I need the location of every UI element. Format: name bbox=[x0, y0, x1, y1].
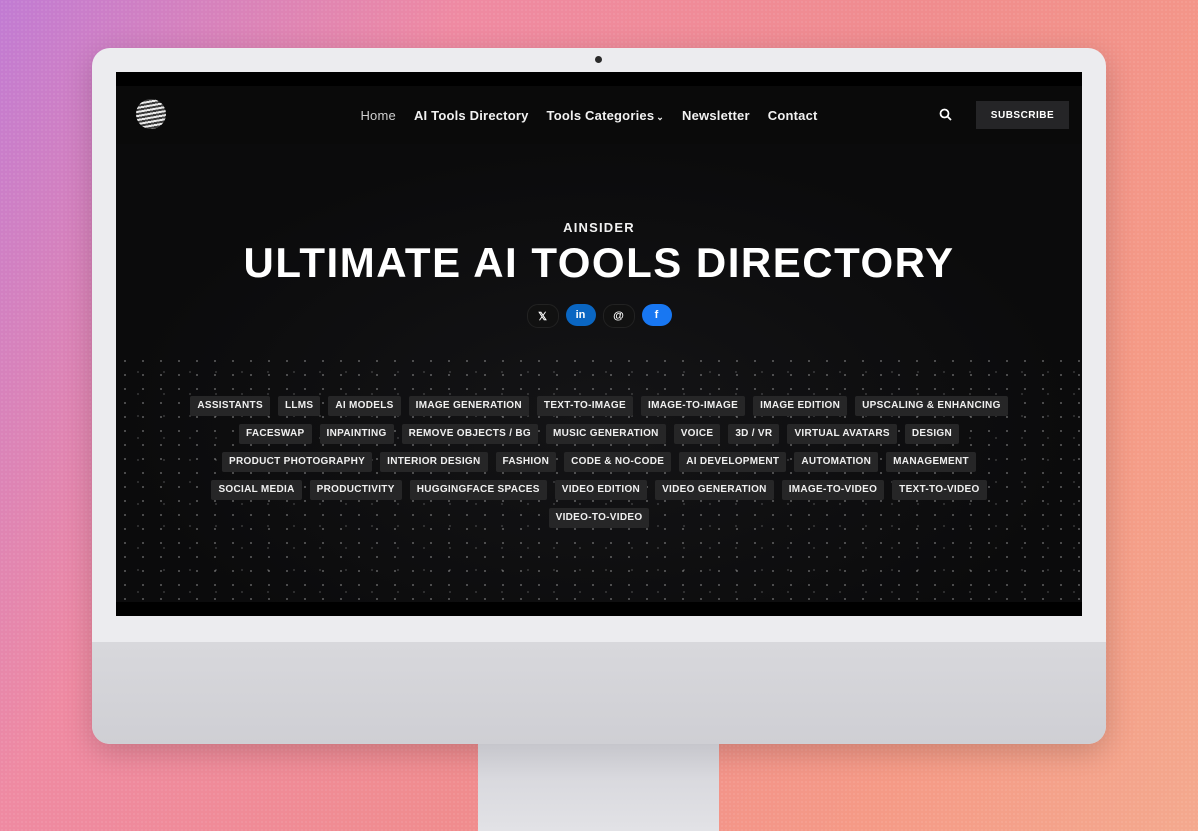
monitor-stand bbox=[478, 744, 719, 831]
imac-monitor: Home AI Tools Directory Tools Categories… bbox=[92, 48, 1106, 744]
category-tag[interactable]: IMAGE EDITION bbox=[753, 396, 848, 416]
category-tag[interactable]: REMOVE OBJECTS / BG bbox=[401, 424, 538, 444]
linkedin-icon[interactable]: in bbox=[565, 304, 596, 326]
nav-tools-categories[interactable]: Tools Categories ⌄ bbox=[547, 108, 664, 123]
category-tag[interactable]: AUTOMATION bbox=[794, 452, 879, 472]
category-tag[interactable]: FACESWAP bbox=[238, 424, 312, 444]
category-tag[interactable]: TEXT-TO-VIDEO bbox=[892, 480, 987, 500]
category-tag[interactable]: FASHION bbox=[495, 452, 557, 472]
category-tag[interactable]: INTERIOR DESIGN bbox=[380, 452, 488, 472]
monitor-chin bbox=[92, 642, 1106, 744]
hero-section: AINSIDER ULTIMATE AI TOOLS DIRECTORY 𝕏 i… bbox=[116, 144, 1082, 602]
facebook-icon[interactable]: f bbox=[641, 304, 672, 326]
chevron-down-icon: ⌄ bbox=[656, 111, 664, 122]
site-header: Home AI Tools Directory Tools Categories… bbox=[116, 86, 1082, 144]
nav-home[interactable]: Home bbox=[360, 108, 395, 123]
category-tag[interactable]: CODE & NO-CODE bbox=[564, 452, 672, 472]
category-tag[interactable]: 3D / VR bbox=[728, 424, 780, 444]
screen: Home AI Tools Directory Tools Categories… bbox=[116, 72, 1082, 616]
category-tag[interactable]: ASSISTANTS bbox=[190, 396, 270, 416]
category-tag[interactable]: INPAINTING bbox=[319, 424, 394, 444]
x-icon[interactable]: 𝕏 bbox=[526, 304, 559, 328]
category-tag[interactable]: PRODUCT PHOTOGRAPHY bbox=[222, 452, 373, 472]
search-icon[interactable] bbox=[938, 107, 954, 123]
page-title: ULTIMATE AI TOOLS DIRECTORY bbox=[243, 239, 955, 286]
threads-icon[interactable]: @ bbox=[602, 304, 635, 328]
category-tag[interactable]: VIDEO EDITION bbox=[554, 480, 648, 500]
category-tag[interactable]: AI DEVELOPMENT bbox=[679, 452, 787, 472]
category-tag[interactable]: HUGGINGFACE SPACES bbox=[409, 480, 547, 500]
category-tag[interactable]: AI MODELS bbox=[328, 396, 401, 416]
category-tag[interactable]: VIRTUAL AVATARS bbox=[787, 424, 897, 444]
category-tag[interactable]: TEXT-TO-IMAGE bbox=[536, 396, 633, 416]
category-tag[interactable]: IMAGE-TO-IMAGE bbox=[640, 396, 746, 416]
hero-eyebrow: AINSIDER bbox=[563, 220, 635, 235]
category-tag[interactable]: IMAGE GENERATION bbox=[408, 396, 529, 416]
category-tag[interactable]: SOCIAL MEDIA bbox=[211, 480, 302, 500]
category-tags: ASSISTANTS LLMS AI MODELS IMAGE GENERATION T… bbox=[176, 396, 1022, 528]
category-tag[interactable]: DESIGN bbox=[904, 424, 960, 444]
subscribe-button[interactable]: SUBSCRIBE bbox=[976, 101, 1069, 129]
category-tag[interactable]: VIDEO-TO-VIDEO bbox=[548, 508, 650, 528]
category-tag[interactable]: IMAGE-TO-VIDEO bbox=[781, 480, 885, 500]
camera-dot bbox=[595, 56, 602, 63]
social-links: 𝕏 in @ f bbox=[116, 304, 1082, 328]
website: Home AI Tools Directory Tools Categories… bbox=[116, 86, 1082, 602]
category-tag[interactable]: MANAGEMENT bbox=[886, 452, 976, 472]
category-tag[interactable]: PRODUCTIVITY bbox=[309, 480, 402, 500]
category-tag[interactable]: VOICE bbox=[673, 424, 721, 444]
category-tag[interactable]: LLMS bbox=[277, 396, 321, 416]
category-tag[interactable]: MUSIC GENERATION bbox=[545, 424, 666, 444]
nav-contact[interactable]: Contact bbox=[768, 108, 818, 123]
nav-ai-tools-directory[interactable]: AI Tools Directory bbox=[414, 108, 529, 123]
nav-tools-categories-label: Tools Categories bbox=[546, 107, 655, 123]
category-tag[interactable]: VIDEO GENERATION bbox=[655, 480, 774, 500]
category-tag[interactable]: UPSCALING & ENHANCING bbox=[855, 396, 1008, 416]
nav-newsletter[interactable]: Newsletter bbox=[682, 108, 750, 123]
